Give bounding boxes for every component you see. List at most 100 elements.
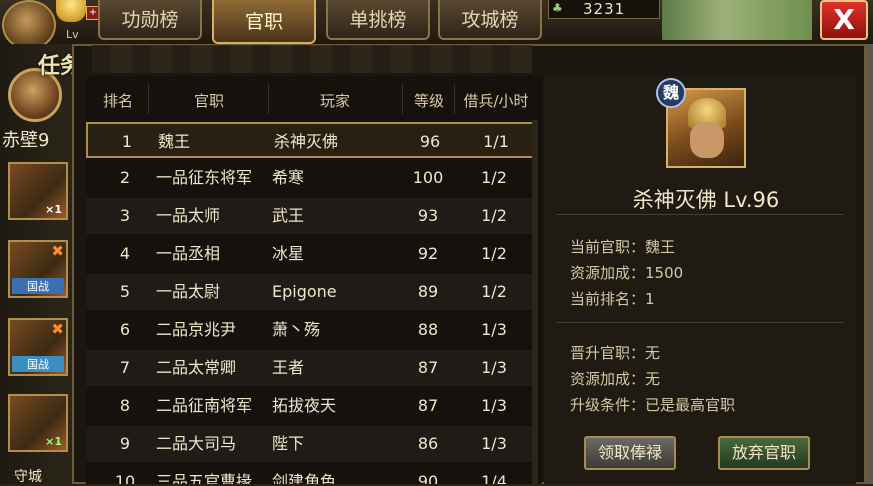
general-card-1[interactable]: ×1 <box>8 162 68 220</box>
rank-cell: 9 <box>119 434 131 453</box>
map-background <box>662 0 812 40</box>
table-row[interactable]: 9 二品大司马 陛下 86 1/3 <box>86 426 538 462</box>
table-row[interactable]: 10 三品五官曹掾 剑建角色 90 1/4 <box>86 464 538 484</box>
rank-cell: 8 <box>119 396 131 415</box>
detail-player-name: 杀神灭佛 Lv.96 <box>632 188 780 212</box>
rank-cell: 3 <box>119 206 131 225</box>
level-cell: 93 <box>417 206 439 225</box>
troops-cell: 1/2 <box>481 206 507 225</box>
rank-cell: 5 <box>119 282 131 301</box>
divider <box>454 84 455 114</box>
title-cell: 二品太常卿 <box>156 358 237 377</box>
title-cell: 三品五官曹掾 <box>156 472 253 484</box>
player-cell: 剑建角色 <box>272 472 337 484</box>
level-cell: 92 <box>417 244 439 263</box>
level-cell: 86 <box>417 434 439 453</box>
divider <box>268 84 269 114</box>
title-cell: 二品京兆尹 <box>156 320 237 339</box>
player-cell: 杀神灭佛 <box>274 132 339 151</box>
header-rank: 排名 <box>102 92 133 110</box>
card-badge: 国战 <box>12 356 64 372</box>
card-4-label: 守城 <box>14 469 42 485</box>
promote-bonus: 资源加成：无 <box>570 370 661 388</box>
general-card-2[interactable]: ✖ 国战 <box>8 240 68 298</box>
troops-cell: 1/3 <box>481 396 507 415</box>
title-cell: 一品征东将军 <box>156 168 253 187</box>
rank-cell: 6 <box>119 320 131 339</box>
player-cell: 萧丶殇 <box>272 320 321 339</box>
tab-official-post[interactable]: 官职 <box>212 0 316 44</box>
troops-cell: 1/3 <box>481 320 507 339</box>
divider <box>402 84 403 114</box>
header-level: 等级 <box>413 92 444 110</box>
location-label: 赤壁9 <box>2 130 50 151</box>
level-cell: 96 <box>419 132 441 151</box>
divider <box>148 84 149 114</box>
troops-cell: 1/3 <box>481 434 507 453</box>
troops-cell: 1/1 <box>483 132 509 151</box>
abandon-post-button[interactable]: 放弃官职 <box>718 436 810 470</box>
troops-cell: 1/2 <box>481 244 507 263</box>
list-scrollbar[interactable] <box>532 120 538 484</box>
player-cell: 拓拔夜天 <box>272 396 337 415</box>
rank-cell: 2 <box>119 168 131 187</box>
table-row[interactable]: 2 一品征东将军 希寒 100 1/2 <box>86 160 538 196</box>
gold-coin-icon <box>56 0 86 22</box>
table-row[interactable]: 7 二品太常卿 王者 87 1/3 <box>86 350 538 386</box>
title-cell: 魏王 <box>158 132 191 151</box>
current-title: 当前官职：魏王 <box>570 238 676 256</box>
level-cell: 100 <box>412 168 444 187</box>
troops-cell: 1/3 <box>481 358 507 377</box>
level-cell: 90 <box>417 472 439 484</box>
title-cell: 一品太师 <box>156 206 221 225</box>
cross-icon: ✖ <box>51 242 64 260</box>
header-title: 官职 <box>193 92 224 110</box>
header-player: 玩家 <box>319 92 350 110</box>
rank-cell: 10 <box>114 472 136 484</box>
tab-merit-ranking[interactable]: 功勋榜 <box>98 0 202 40</box>
header-troops: 借兵/小时 <box>463 92 529 110</box>
table-row[interactable]: 3 一品太师 武王 93 1/2 <box>86 198 538 234</box>
close-button[interactable]: X <box>820 0 868 40</box>
table-row[interactable]: 1 魏王 杀神灭佛 96 1/1 <box>86 122 538 158</box>
troops-cell: 1/4 <box>481 472 507 484</box>
player-cell: 冰星 <box>272 244 305 263</box>
rank-cell: 1 <box>121 132 133 151</box>
tab-siege-ranking[interactable]: 攻城榜 <box>438 0 542 40</box>
general-card-4[interactable]: ×1 <box>8 394 68 452</box>
current-rank: 当前排名：1 <box>570 290 655 308</box>
cross-icon: ✖ <box>51 320 64 338</box>
claim-salary-button[interactable]: 领取俸禄 <box>584 436 676 470</box>
level-cell: 89 <box>417 282 439 301</box>
resource-icon: ♣ <box>552 1 563 15</box>
player-cell: 王者 <box>272 358 305 377</box>
promote-title: 晋升官职：无 <box>570 344 661 362</box>
table-row[interactable]: 4 一品丞相 冰星 92 1/2 <box>86 236 538 272</box>
level-tag: Lv <box>66 28 79 41</box>
resource-bonus: 资源加成：1500 <box>570 264 684 282</box>
player-cell: 武王 <box>272 206 305 225</box>
title-cell: 二品征南将军 <box>156 396 253 415</box>
rank-cell: 7 <box>119 358 131 377</box>
title-cell: 一品太尉 <box>156 282 221 301</box>
divider <box>556 214 844 215</box>
resource-value: 3231 <box>583 0 626 18</box>
card-count: ×1 <box>45 435 62 448</box>
table-row[interactable]: 6 二品京兆尹 萧丶殇 88 1/3 <box>86 312 538 348</box>
divider <box>556 322 844 323</box>
player-avatar[interactable] <box>2 0 56 50</box>
title-cell: 二品大司马 <box>156 434 237 453</box>
general-card-3[interactable]: ✖ 国战 <box>8 318 68 376</box>
panel-decoration <box>92 45 532 73</box>
troops-cell: 1/2 <box>481 168 507 187</box>
table-row[interactable]: 8 二品征南将军 拓拔夜天 87 1/3 <box>86 388 538 424</box>
level-cell: 87 <box>417 396 439 415</box>
tab-duel-ranking[interactable]: 单挑榜 <box>326 0 430 40</box>
resource-counter: ♣ 3231 <box>548 0 660 19</box>
faction-badge: 魏 <box>656 78 686 108</box>
table-row[interactable]: 5 一品太尉 Epigone 89 1/2 <box>86 274 538 310</box>
upgrade-condition: 升级条件：已是最高官职 <box>570 396 736 414</box>
rank-cell: 4 <box>119 244 131 263</box>
player-cell: 陛下 <box>272 434 305 453</box>
level-cell: 87 <box>417 358 439 377</box>
